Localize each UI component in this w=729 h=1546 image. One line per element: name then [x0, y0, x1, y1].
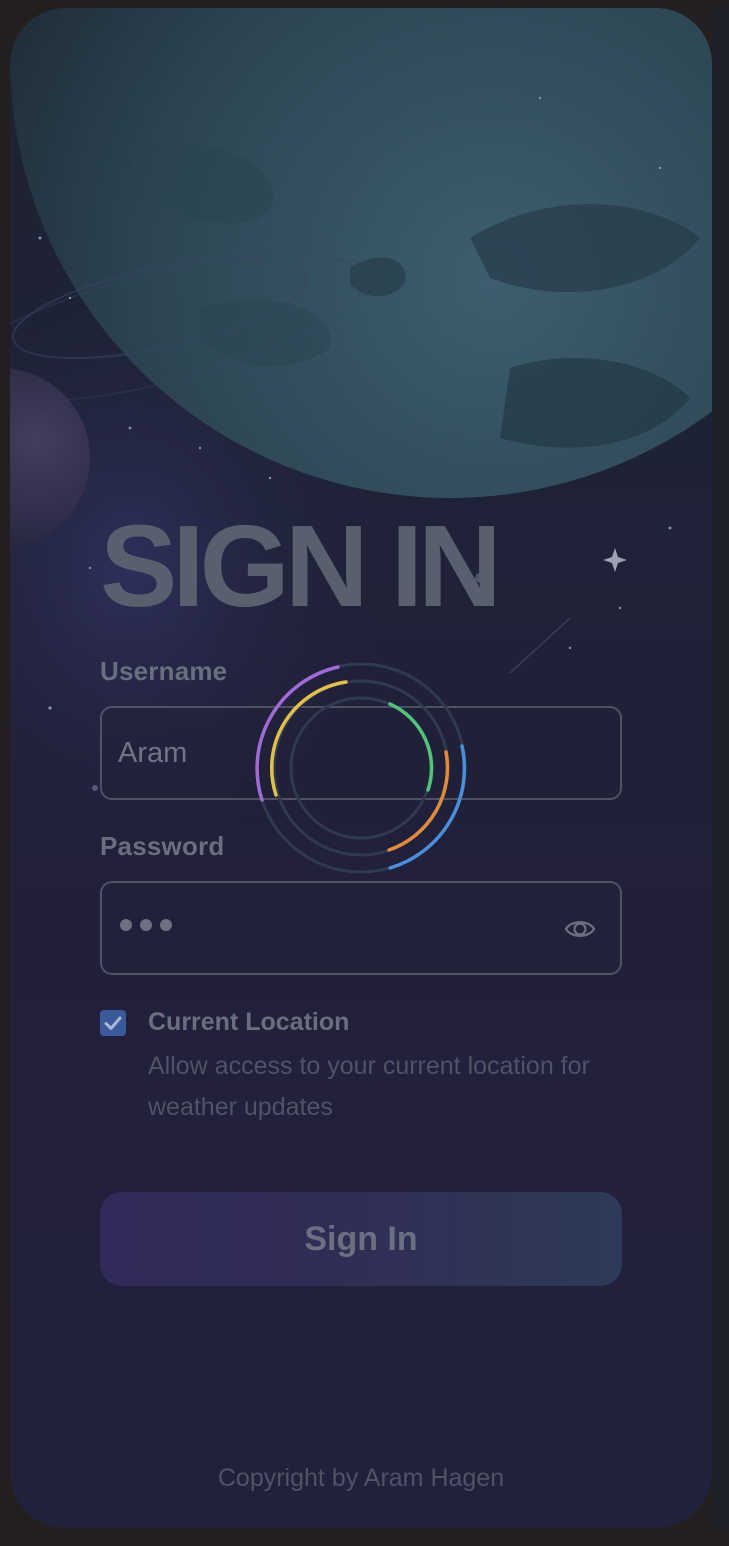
username-label: Username [100, 656, 228, 686]
sign-in-button[interactable]: Sign In [100, 1192, 622, 1286]
spinner-arc-green [388, 702, 434, 792]
password-input[interactable] [120, 919, 172, 931]
eye-icon[interactable] [564, 913, 596, 945]
password-field-box[interactable] [100, 881, 622, 975]
login-screen: SIGN IN Username Password Current Locati… [10, 8, 712, 1528]
loading-spinner-icon [255, 662, 467, 874]
location-checkbox[interactable] [100, 1010, 126, 1036]
checkmark-icon [104, 1016, 122, 1030]
window-edge [712, 8, 729, 1528]
location-checkbox-label[interactable]: Current Location [148, 1008, 349, 1037]
copyright-footer: Copyright by Aram Hagen [217, 1464, 505, 1492]
password-dot [160, 919, 172, 931]
page-title: SIGN IN [100, 501, 502, 631]
spinner-arc-blue [388, 744, 467, 870]
password-label: Password [100, 831, 225, 861]
location-checkbox-description: Allow access to your current location fo… [148, 1052, 590, 1121]
password-dot [140, 919, 152, 931]
password-dot [120, 919, 132, 931]
